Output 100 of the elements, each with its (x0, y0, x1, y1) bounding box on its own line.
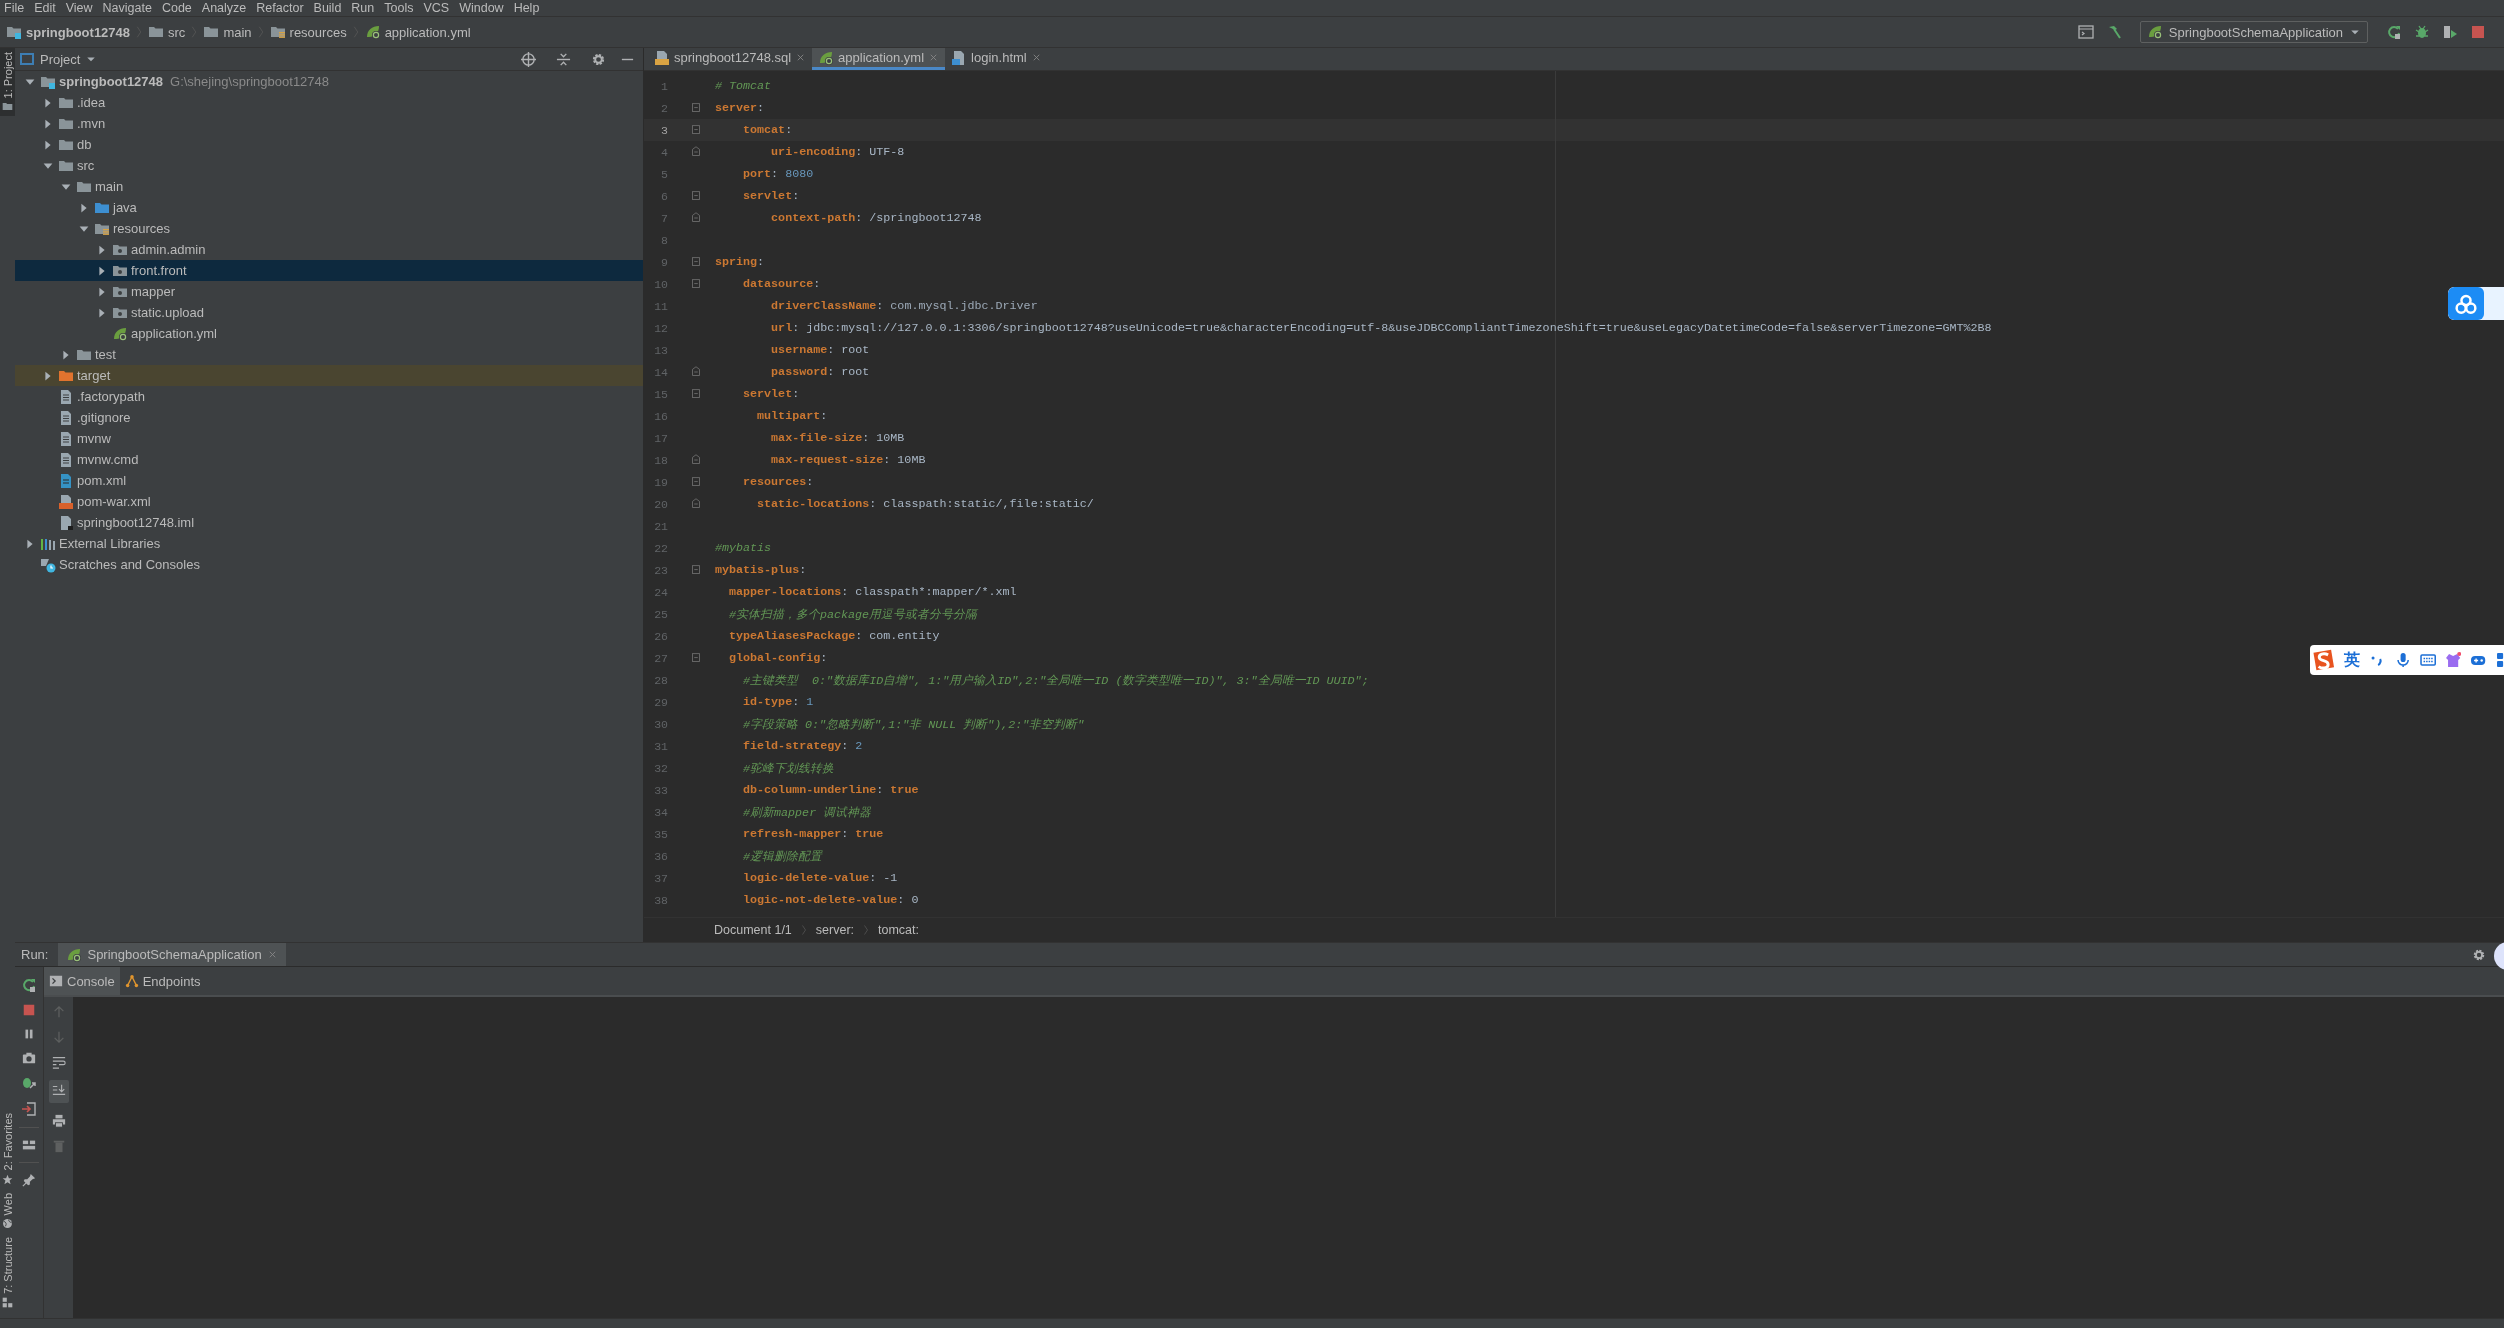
tree-item[interactable]: .gitignore (15, 407, 643, 428)
tree-item[interactable]: External Libraries (15, 533, 643, 554)
tree-item[interactable]: pom.xml (15, 470, 643, 491)
scroll-to-end-button[interactable] (48, 1080, 69, 1103)
breadcrumb[interactable]: server: (815, 923, 855, 937)
code-line: driverClassName: com.mysql.jdbc.Driver (770, 299, 1038, 313)
menu-item[interactable]: VCS (419, 0, 456, 16)
terminal-icon[interactable] (2077, 24, 2094, 40)
structure-icon (2, 1297, 13, 1308)
tree-item[interactable]: springboot12748.iml (15, 512, 643, 533)
editor-tab[interactable]: login.html (945, 48, 1048, 70)
code-line: servlet: (742, 387, 800, 401)
input-mode-toggle[interactable]: 英 (2344, 649, 2361, 671)
stop-icon[interactable] (2470, 24, 2486, 40)
run-tab[interactable]: SpringbootSchemaApplication (58, 943, 286, 966)
layout-icon[interactable] (22, 1138, 36, 1152)
tool-window-button[interactable]: Web (0, 1188, 15, 1234)
tree-item[interactable]: src (15, 155, 643, 176)
console-tab[interactable]: Endpoints (119, 967, 206, 995)
code-line: field-strategy: 2 (742, 739, 863, 753)
line-number: 17 (653, 431, 668, 445)
line-number: 5 (660, 167, 668, 181)
camera-icon[interactable] (22, 1051, 36, 1065)
collapse-icon[interactable] (556, 51, 571, 67)
menu-item[interactable]: Analyze (197, 0, 253, 16)
tool-window-button[interactable]: 1: Project (0, 48, 15, 117)
tool-window-button[interactable]: 2: Favorites (0, 1109, 15, 1189)
tree-item[interactable]: java (15, 197, 643, 218)
project-view-dropdown[interactable]: Project (19, 51, 98, 67)
tree-item[interactable]: mvnw.cmd (15, 449, 643, 470)
skin-icon[interactable] (2445, 651, 2462, 669)
code-line: server: (715, 101, 765, 115)
keyboard-icon[interactable] (2420, 651, 2437, 669)
menu-item[interactable]: Tools (380, 0, 420, 16)
breadcrumb[interactable]: resources (267, 24, 349, 40)
tree-item[interactable]: .factorypath (15, 386, 643, 407)
breadcrumb[interactable]: tomcat: (878, 923, 920, 937)
tree-item[interactable]: resources (15, 218, 643, 239)
soft-wrap-icon[interactable] (51, 1055, 66, 1069)
tree-item[interactable]: Scratches and Consoles (15, 554, 643, 575)
run-configuration-dropdown[interactable]: SpringbootSchemaApplication (2139, 21, 2368, 43)
editor-tab[interactable]: springboot12748.sql (648, 48, 813, 70)
menu-item[interactable]: View (61, 0, 99, 16)
code-line: multipart: (756, 409, 828, 423)
code-line: logic-delete-value: -1 (742, 871, 898, 885)
breadcrumb[interactable]: application.yml (362, 24, 473, 40)
console-tab[interactable]: Console (44, 967, 120, 995)
bug-icon[interactable] (2414, 24, 2430, 40)
tree-item[interactable]: mvnw (15, 428, 643, 449)
menu-item[interactable]: Run (347, 0, 381, 16)
tree-item[interactable]: admin.admin (15, 239, 643, 260)
rerun-icon[interactable] (21, 977, 37, 993)
stop-icon[interactable] (22, 1003, 36, 1017)
menu-item[interactable]: Navigate (98, 0, 158, 16)
breadcrumb[interactable]: Document 1/1 (714, 923, 792, 937)
rerun-icon[interactable] (2386, 24, 2402, 40)
code-line: refresh-mapper: true (742, 827, 884, 841)
menu-item[interactable]: File (0, 0, 31, 16)
tree-item[interactable]: springboot12748 G:\shejing\springboot12748 (15, 71, 643, 92)
menu-item[interactable]: Edit (30, 0, 62, 16)
menu-item[interactable]: Help (509, 0, 546, 16)
tree-item[interactable]: application.yml (15, 323, 643, 344)
ime-logo-icon[interactable] (2312, 647, 2336, 673)
line-number: 32 (653, 761, 668, 775)
line-number: 29 (653, 695, 668, 709)
code-line: uri-encoding: UTF-8 (770, 145, 905, 159)
settings-icon[interactable] (2472, 947, 2486, 962)
tree-item[interactable]: front.front (15, 260, 643, 281)
tree-item[interactable]: db (15, 134, 643, 155)
locate-icon[interactable] (521, 51, 536, 67)
debug-icon[interactable] (21, 1075, 37, 1091)
editor-tab[interactable]: application.yml (812, 48, 946, 70)
breadcrumb[interactable]: springboot12748 (4, 24, 133, 40)
menu-item[interactable]: Build (309, 0, 348, 16)
star-icon (2, 1173, 13, 1185)
exit-icon[interactable] (21, 1101, 37, 1117)
microphone-icon[interactable] (2394, 651, 2411, 669)
tree-item[interactable]: target (15, 365, 643, 386)
tree-item[interactable]: main (15, 176, 643, 197)
cloud-widget[interactable] (2448, 287, 2504, 320)
tree-item[interactable]: pom-war.xml (15, 491, 643, 512)
menu-item[interactable]: Code (157, 0, 198, 16)
pin-icon[interactable] (22, 1173, 36, 1187)
code-line: logic-not-delete-value: 0 (742, 893, 919, 907)
breadcrumb[interactable]: main (201, 24, 254, 40)
menu-item[interactable]: Refactor (252, 0, 310, 16)
line-number: 6 (660, 189, 668, 203)
coverage-icon[interactable] (2442, 24, 2458, 40)
endpoints-icon (124, 974, 139, 988)
print-icon[interactable] (51, 1114, 66, 1128)
tool-window-button[interactable]: 7: Structure (0, 1233, 15, 1312)
folder-icon (2, 101, 13, 113)
menu-item[interactable]: Window (455, 0, 510, 16)
tree-item[interactable]: .mvn (15, 113, 643, 134)
breadcrumb[interactable]: src (146, 24, 188, 40)
tree-item[interactable]: .idea (15, 92, 643, 113)
tree-item[interactable]: static.upload (15, 302, 643, 323)
tree-item[interactable]: mapper (15, 281, 643, 302)
settings-icon[interactable] (591, 51, 606, 67)
tree-item[interactable]: test (15, 344, 643, 365)
